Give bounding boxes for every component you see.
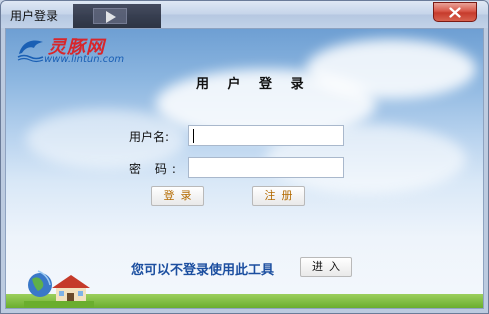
page-title: 用 户 登 录 [196,77,311,92]
window-title: 用户登录 [10,9,59,23]
title-bar[interactable]: 用户登录 [1,1,488,28]
text-caret [193,129,194,143]
dolphin-logo-icon [17,40,44,63]
close-button[interactable] [433,2,477,22]
password-label: 密 码: [129,162,181,176]
username-field[interactable] [188,125,344,146]
cloud [306,39,476,99]
register-button[interactable]: 注册 [252,186,305,206]
media-thumbnail [73,4,161,28]
login-panel: 灵豚网 www.lintun.com 用 户 登 录 用户名: 密 码: 登录 … [5,28,484,309]
site-logo: 灵豚网 www.lintun.com [16,33,136,67]
password-field[interactable] [188,157,344,178]
logo-url: www.lintun.com [44,54,125,65]
play-icon [93,8,127,24]
login-window: 用户登录 灵豚网 www.lintun.com 用 户 登 录 用户名: 密 码… [0,0,489,314]
login-button[interactable]: 登录 [151,186,204,206]
username-label: 用户名: [129,130,170,144]
globe-house-icon [24,270,94,308]
close-icon [449,6,461,18]
enter-button[interactable]: 进入 [300,257,352,277]
guest-note: 您可以不登录使用此工具 [131,263,275,278]
